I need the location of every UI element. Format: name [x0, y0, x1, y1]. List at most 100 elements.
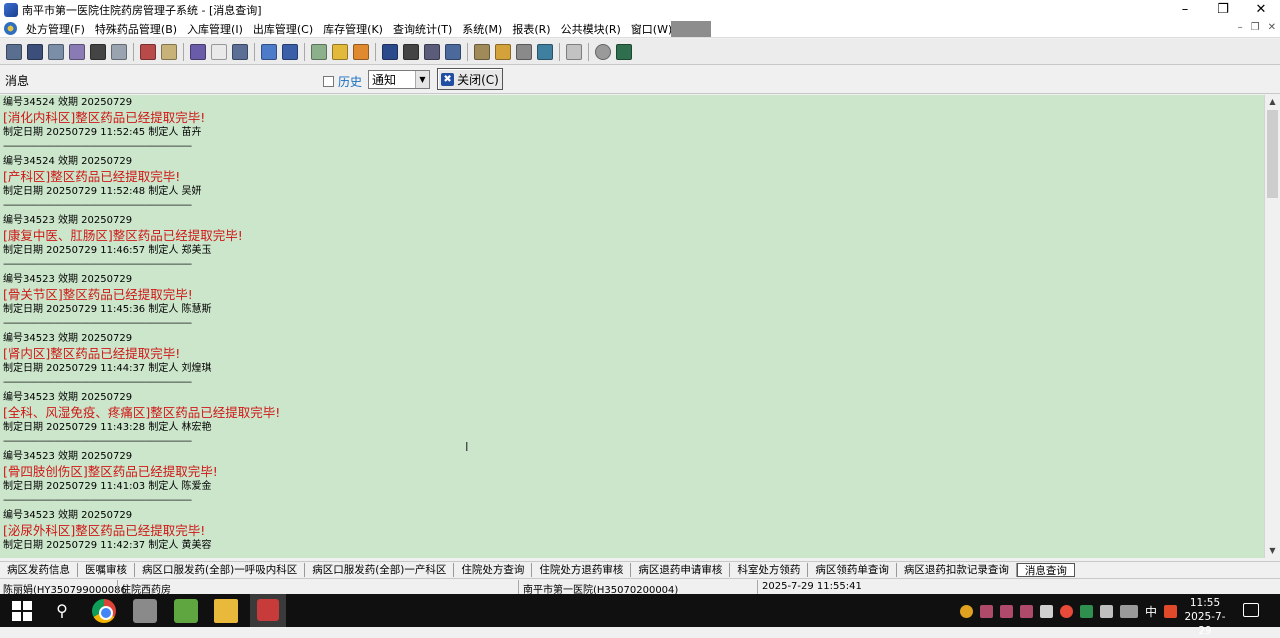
menu-stock-out[interactable]: 出库管理(C) [248, 21, 318, 37]
toolbar-save-icon[interactable] [48, 43, 64, 60]
tab-inpatient-prescription-query[interactable]: 住院处方查询 [454, 563, 533, 577]
menu-public-modules[interactable]: 公共模块(R) [556, 21, 626, 37]
overlay-badge [671, 20, 712, 37]
toolbar-table-icon[interactable] [69, 43, 85, 60]
taskbar-clock[interactable]: 11:55 2025-7-29 [1180, 596, 1230, 638]
clock-time: 11:55 [1189, 597, 1221, 609]
menu-query-stats[interactable]: 查询统计(T) [388, 21, 457, 37]
toolbar-bell-icon[interactable] [332, 43, 348, 60]
toolbar-picture-icon[interactable] [537, 43, 553, 60]
windows-start-icon[interactable] [10, 599, 34, 623]
message-item: 编号34523 效期 20250729 [康复中医、肛肠区]整区药品已经提取完毕… [0, 213, 1264, 272]
menu-stock-in[interactable]: 入库管理(I) [182, 21, 248, 37]
toolbar-cart-icon[interactable] [382, 43, 398, 60]
file-explorer-icon[interactable] [214, 599, 238, 623]
toolbar-export-icon[interactable] [232, 43, 248, 60]
chrome-icon[interactable] [92, 599, 116, 623]
toolbar-document-icon[interactable] [190, 43, 206, 60]
history-checkbox-group[interactable]: 历史 [323, 73, 362, 90]
message-type-select[interactable]: 通知 ▼ [368, 70, 430, 89]
tab-ward-receive-query[interactable]: 病区领药单查询 [808, 563, 897, 577]
toolbar-separator [559, 42, 560, 61]
os-taskbar: ⚲ 中 11:55 2025-7-29 [0, 594, 1280, 637]
pharmacy-app-taskbar-icon[interactable] [250, 594, 286, 627]
toolbar-record-icon[interactable] [595, 43, 611, 60]
message-header: 编号34524 效期 20250729 [3, 156, 133, 167]
message-list[interactable]: 编号34524 效期 20250729 [消化内科区]整区药品已经提取完毕! 制… [0, 95, 1264, 558]
tab-oral-dispense-respiratory[interactable]: 病区口服发药(全部)一呼吸内科区 [135, 563, 306, 577]
message-title: [产科区]整区药品已经提取完毕! [3, 169, 181, 184]
close-button-label: 关闭(C) [457, 72, 499, 87]
toolbar-card-icon[interactable] [161, 43, 177, 60]
toolbar-alert-icon[interactable] [353, 43, 369, 60]
tray-sync-icon[interactable] [960, 605, 973, 618]
tab-dept-prescription-receive[interactable]: 科室处方领药 [730, 563, 809, 577]
toolbar-calculator-icon[interactable] [311, 43, 327, 60]
tab-ward-return-deduction-query[interactable]: 病区退药扣款记录查询 [897, 563, 1017, 577]
toolbar-transfer-icon[interactable] [445, 43, 461, 60]
minimize-icon[interactable]: – [1166, 0, 1204, 20]
toolbar-exit-icon[interactable] [616, 43, 632, 60]
toolbar-home-icon[interactable] [566, 43, 582, 60]
search-icon[interactable]: ⚲ [50, 599, 74, 623]
history-checkbox[interactable] [323, 76, 334, 87]
mdi-restore-icon[interactable]: ❐ [1251, 22, 1260, 33]
ime-indicator[interactable]: 中 [1145, 603, 1157, 620]
notification-icon[interactable] [1243, 603, 1259, 617]
tab-order-review[interactable]: 医嘱审核 [78, 563, 135, 577]
close-window-icon[interactable]: ✕ [1242, 0, 1280, 20]
tray-app-icon[interactable] [1000, 605, 1013, 618]
mdi-minimize-icon[interactable]: – [1238, 22, 1243, 33]
toolbar-edit-icon[interactable] [261, 43, 277, 60]
mdi-close-icon[interactable]: ✕ [1268, 22, 1276, 33]
tray-app-icon[interactable] [1020, 605, 1033, 618]
tab-message-query[interactable]: 消息查询 [1016, 563, 1075, 577]
cube-app-icon[interactable] [174, 599, 198, 623]
toolbar-search-icon[interactable] [403, 43, 419, 60]
menu-prescription[interactable]: 处方管理(F) [21, 21, 90, 37]
menu-reports[interactable]: 报表(R) [507, 21, 555, 37]
menu-window[interactable]: 窗口(W) [626, 21, 677, 37]
toolbar-print-icon[interactable] [6, 43, 22, 60]
toolbar-window-icon[interactable] [282, 43, 298, 60]
toolbar-users-icon[interactable] [424, 43, 440, 60]
toolbar-binoculars-icon[interactable] [90, 43, 106, 60]
toolbar-grid-icon[interactable] [111, 43, 127, 60]
menu-special-drugs[interactable]: 特殊药品管理(B) [90, 21, 182, 37]
toolbar-magnifier-icon[interactable] [516, 43, 532, 60]
message-separator: ----------------------------------------… [3, 495, 192, 506]
vertical-scrollbar[interactable]: ▲ ▼ [1264, 95, 1280, 558]
status-divider [518, 580, 519, 594]
message-header: 编号34523 效期 20250729 [3, 510, 133, 521]
history-label[interactable]: 历史 [338, 73, 362, 90]
maximize-icon[interactable]: ❐ [1204, 0, 1242, 20]
system-menu-icon[interactable] [4, 22, 17, 35]
settings-app-icon[interactable] [133, 599, 157, 623]
toolbar-box-icon[interactable] [474, 43, 490, 60]
tab-ward-return-review[interactable]: 病区退药申请审核 [631, 563, 731, 577]
tab-oral-dispense-obstetrics[interactable]: 病区口服发药(全部)一产科区 [305, 563, 455, 577]
toolbar [0, 39, 1280, 65]
tray-antivirus-icon[interactable] [1164, 605, 1178, 618]
tray-flame-icon[interactable] [1060, 605, 1073, 618]
toolbar-book-icon[interactable] [140, 43, 156, 60]
tray-vpn-icon[interactable] [1080, 605, 1093, 618]
panel-title: 消息 [5, 74, 30, 88]
tray-app-icon[interactable] [980, 605, 993, 618]
tray-network-icon[interactable] [1100, 605, 1113, 618]
toolbar-thermometer-icon[interactable] [495, 43, 511, 60]
scroll-up-icon[interactable]: ▲ [1265, 95, 1280, 109]
menu-inventory[interactable]: 库存管理(K) [318, 21, 388, 37]
keyboard-icon[interactable] [1120, 605, 1138, 618]
message-meta: 制定日期 20250729 11:43:28 制定人 林宏艳 [3, 422, 212, 433]
tab-prescription-return-review[interactable]: 住院处方退药审核 [532, 563, 632, 577]
toolbar-check-icon[interactable] [211, 43, 227, 60]
toolbar-bottle-icon[interactable] [27, 43, 43, 60]
chevron-down-icon[interactable]: ▼ [415, 71, 429, 88]
scroll-thumb[interactable] [1267, 110, 1278, 198]
tab-ward-dispense-info[interactable]: 病区发药信息 [0, 563, 78, 577]
tray-shield-icon[interactable] [1040, 605, 1053, 618]
close-button[interactable]: ✖ 关闭(C) [437, 68, 503, 90]
scroll-down-icon[interactable]: ▼ [1265, 544, 1280, 558]
menu-system[interactable]: 系统(M) [457, 21, 507, 37]
